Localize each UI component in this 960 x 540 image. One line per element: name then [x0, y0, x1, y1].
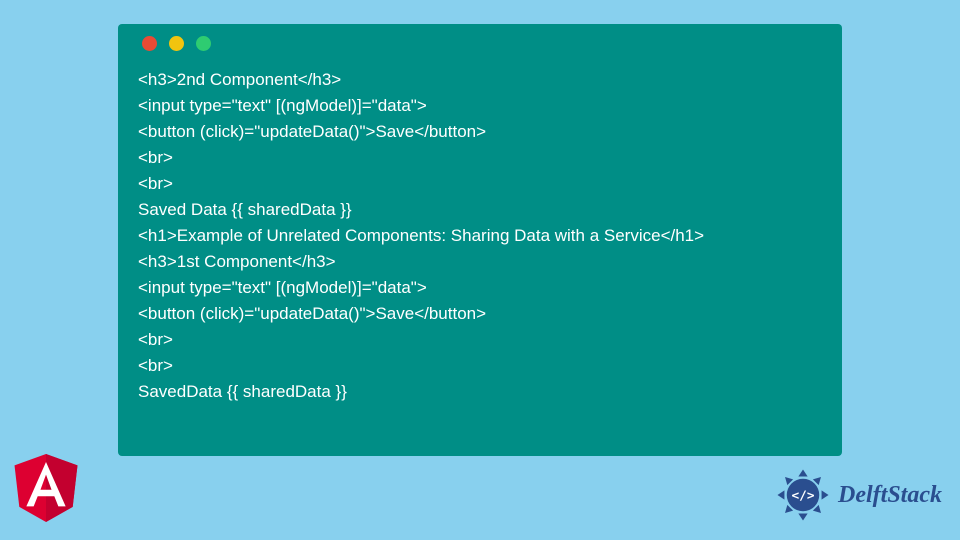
svg-text:</>: </> [792, 489, 815, 504]
code-line: <br> [138, 148, 173, 167]
code-line: <h1>Example of Unrelated Components: Sha… [138, 226, 704, 245]
code-line: <button (click)="updateData()">Save</but… [138, 122, 486, 141]
delftstack-label: DelftStack [838, 482, 942, 509]
code-line: <input type="text" [(ngModel)]="data"> [138, 96, 427, 115]
code-line: <h3>2nd Component</h3> [138, 70, 341, 89]
code-window: <h3>2nd Component</h3> <input type="text… [118, 24, 842, 456]
code-line: Saved Data {{ sharedData }} [138, 200, 352, 219]
code-line: <br> [138, 356, 173, 375]
code-line: SavedData {{ sharedData }} [138, 382, 347, 401]
close-icon[interactable] [142, 36, 157, 51]
window-controls [142, 36, 822, 51]
delftstack-badge-icon: </> [774, 466, 832, 524]
code-line: <br> [138, 174, 173, 193]
code-line: <input type="text" [(ngModel)]="data"> [138, 278, 427, 297]
angular-logo-icon [14, 454, 78, 522]
delftstack-logo: </> DelftStack [774, 466, 942, 524]
maximize-icon[interactable] [196, 36, 211, 51]
code-line: <br> [138, 330, 173, 349]
code-line: <h3>1st Component</h3> [138, 252, 336, 271]
code-block: <h3>2nd Component</h3> <input type="text… [138, 67, 822, 405]
minimize-icon[interactable] [169, 36, 184, 51]
code-line: <button (click)="updateData()">Save</but… [138, 304, 486, 323]
